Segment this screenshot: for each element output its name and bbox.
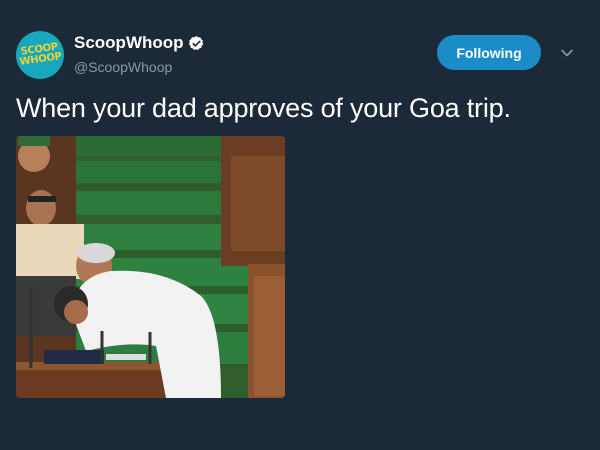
display-name[interactable]: ScoopWhoop xyxy=(74,33,184,53)
tweet-photo[interactable] xyxy=(16,136,285,398)
avatar[interactable]: SCOOP WHOOP xyxy=(16,31,64,79)
user-handle[interactable]: @ScoopWhoop xyxy=(74,59,172,75)
tweet-text: When your dad approves of your Goa trip. xyxy=(16,93,511,123)
avatar-logo-text: SCOOP WHOOP xyxy=(18,41,63,68)
verified-badge-icon xyxy=(188,35,205,52)
author-name-row[interactable]: ScoopWhoop xyxy=(74,33,205,53)
following-button[interactable]: Following xyxy=(437,35,541,70)
chevron-down-icon[interactable] xyxy=(560,46,574,60)
tweet-card: SCOOP WHOOP ScoopWhoop @ScoopWhoop Follo… xyxy=(0,0,600,450)
